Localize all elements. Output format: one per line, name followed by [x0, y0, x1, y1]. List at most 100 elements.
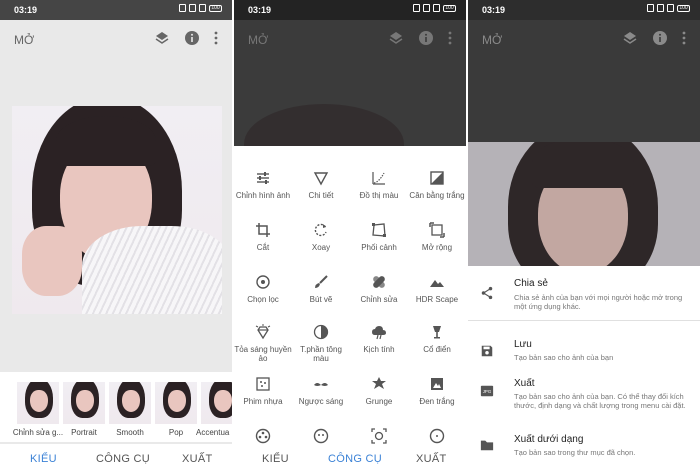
- open-button[interactable]: MỞ: [14, 33, 34, 47]
- tool-drama[interactable]: Kịch tính: [350, 324, 408, 354]
- signal-icon: [189, 4, 196, 12]
- thumbnail-label: Chỉnh sửa g...: [12, 428, 64, 437]
- open-button[interactable]: MỞ: [482, 33, 502, 47]
- tab-tools[interactable]: CÔNG CỤ: [96, 453, 150, 465]
- hdr-icon: [430, 280, 444, 287]
- thumbnail-label: Smooth: [116, 428, 144, 437]
- head-pose-icon[interactable]: [371, 428, 387, 444]
- tool-tune-image[interactable]: Chỉnh hình ảnh: [234, 170, 292, 200]
- export-screen: 03:19 100 MỞ Chia sẻ Chia sẻ ảnh của bạn…: [468, 0, 700, 473]
- retrolux-icon: [314, 383, 328, 386]
- alarm-icon: [647, 4, 654, 12]
- status-bar: 03:19 100: [468, 0, 700, 20]
- brush-icon: [315, 275, 328, 288]
- tool-black-white[interactable]: Đen trắng: [408, 376, 466, 406]
- save-icon: [481, 345, 493, 357]
- tool-curves[interactable]: Đồ thị màu: [350, 170, 408, 200]
- status-time: 03:19: [248, 5, 272, 15]
- battery-icon: 100: [677, 4, 690, 12]
- layers-icon[interactable]: [388, 30, 404, 46]
- style-thumbnail-strip: Chỉnh sửa g... Portrait Smooth Pop Accen…: [0, 372, 232, 442]
- battery-icon: 100: [443, 4, 456, 12]
- export-option[interactable]: JPG Xuất Tạo bản sao cho ảnh của bạn. Có…: [468, 374, 700, 424]
- tool-selective[interactable]: Chọn lọc: [234, 274, 292, 304]
- film-reel-icon[interactable]: [255, 428, 271, 444]
- bottom-tab-bar: KIỂU CÔNG CỤ XUẤT: [0, 444, 232, 473]
- healing-icon: [373, 276, 385, 288]
- open-button[interactable]: MỞ: [248, 33, 268, 47]
- tonal-contrast-icon: [313, 324, 329, 340]
- tool-brush[interactable]: Bút vẽ: [292, 274, 350, 304]
- jpg-icon: JPG: [480, 385, 494, 397]
- tool-glamour-glow[interactable]: Tỏa sáng huyền ảo: [234, 324, 292, 363]
- bottom-tab-bar: KIỂU CÔNG CỤ XUẤT: [234, 444, 466, 473]
- tool-vintage[interactable]: Cổ điển: [408, 324, 466, 354]
- tool-details[interactable]: Chi tiết: [292, 170, 350, 200]
- thumbnail-image[interactable]: [17, 382, 59, 424]
- glamour-glow-icon: [255, 324, 271, 340]
- tool-white-balance[interactable]: Cân bằng trắng: [408, 170, 466, 200]
- tab-export[interactable]: XUẤT: [416, 453, 447, 465]
- photo-preview[interactable]: [12, 106, 222, 314]
- thumbnail-image[interactable]: [201, 382, 232, 424]
- share-icon: [481, 286, 493, 300]
- tool-tonal-contrast[interactable]: T.phần tông màu: [292, 324, 350, 363]
- signal-icon: [423, 4, 430, 12]
- info-icon[interactable]: [184, 30, 200, 46]
- app-bar: MỞ: [0, 20, 232, 56]
- tool-crop[interactable]: Cắt: [234, 222, 292, 252]
- more-vert-icon[interactable]: [208, 30, 224, 46]
- double-exposure-icon[interactable]: [429, 428, 445, 444]
- save-option[interactable]: Lưu Tạo bản sao cho ảnh của bạn: [468, 336, 700, 366]
- status-time: 03:19: [14, 5, 38, 15]
- tool-hdr-scape[interactable]: HDR Scape: [408, 274, 466, 304]
- tab-export[interactable]: XUẤT: [182, 453, 213, 465]
- export-as-option[interactable]: Xuất dưới dạng Tạo bản sao trong thư mục…: [468, 434, 700, 464]
- crop-icon: [256, 223, 270, 237]
- thumbnail-label: Accentua: [196, 428, 230, 437]
- tool-retrolux[interactable]: Ngược sáng: [292, 376, 350, 406]
- expand-icon: [429, 222, 445, 238]
- grunge-icon: [372, 377, 386, 389]
- face-icon[interactable]: [313, 428, 329, 444]
- share-option[interactable]: Chia sẻ Chia sẻ ảnh của bạn với mọi ngườ…: [468, 276, 700, 320]
- tool-perspective[interactable]: Phối cảnh: [350, 222, 408, 252]
- info-icon[interactable]: [652, 30, 668, 46]
- tool-grunge[interactable]: Grunge: [350, 376, 408, 406]
- layers-icon[interactable]: [622, 30, 638, 46]
- tools-screen: 03:19 100 MỞ Chỉnh hình ảnh Chi tiết Đồ …: [234, 0, 466, 473]
- tab-tools[interactable]: CÔNG CỤ: [328, 453, 382, 465]
- white-balance-icon: [430, 171, 444, 185]
- svg-text:JPG: JPG: [483, 389, 492, 394]
- tab-styles[interactable]: KIỂU: [262, 453, 289, 465]
- selective-icon: [256, 275, 270, 289]
- status-bar: 03:19 100: [234, 0, 466, 20]
- export-bottom-sheet: Chia sẻ Chia sẻ ảnh của bạn với mọi ngườ…: [468, 266, 700, 473]
- perspective-icon: [372, 223, 386, 237]
- app-bar: MỞ: [468, 20, 700, 56]
- black-white-icon: [431, 378, 443, 390]
- grainy-film-icon: [256, 377, 270, 391]
- details-icon: [313, 172, 329, 186]
- thumbnail-image[interactable]: [109, 382, 151, 424]
- tool-grainy-film[interactable]: Phim nhựa: [234, 376, 292, 406]
- thumbnail-label: Portrait: [71, 428, 97, 437]
- tool-expand[interactable]: Mở rộng: [408, 222, 466, 252]
- status-time: 03:19: [482, 5, 506, 15]
- more-vert-icon[interactable]: [676, 30, 692, 46]
- thumbnail-image[interactable]: [63, 382, 105, 424]
- battery-icon: 100: [209, 4, 222, 12]
- signal-icon: [433, 4, 440, 12]
- styles-screen: 03:19 100 MỞ Chỉnh sửa g... Portrait Smo…: [0, 0, 232, 473]
- more-vert-icon[interactable]: [442, 30, 458, 46]
- thumbnail-image[interactable]: [155, 382, 197, 424]
- tool-rotate[interactable]: Xoay: [292, 222, 350, 252]
- layers-icon[interactable]: [154, 30, 170, 46]
- info-icon[interactable]: [418, 30, 434, 46]
- tool-healing[interactable]: Chỉnh sửa: [350, 274, 408, 304]
- app-bar: MỞ: [234, 20, 466, 56]
- vintage-icon: [433, 326, 441, 339]
- tab-styles[interactable]: KIỂU: [30, 453, 57, 465]
- signal-icon: [657, 4, 664, 12]
- alarm-icon: [413, 4, 420, 12]
